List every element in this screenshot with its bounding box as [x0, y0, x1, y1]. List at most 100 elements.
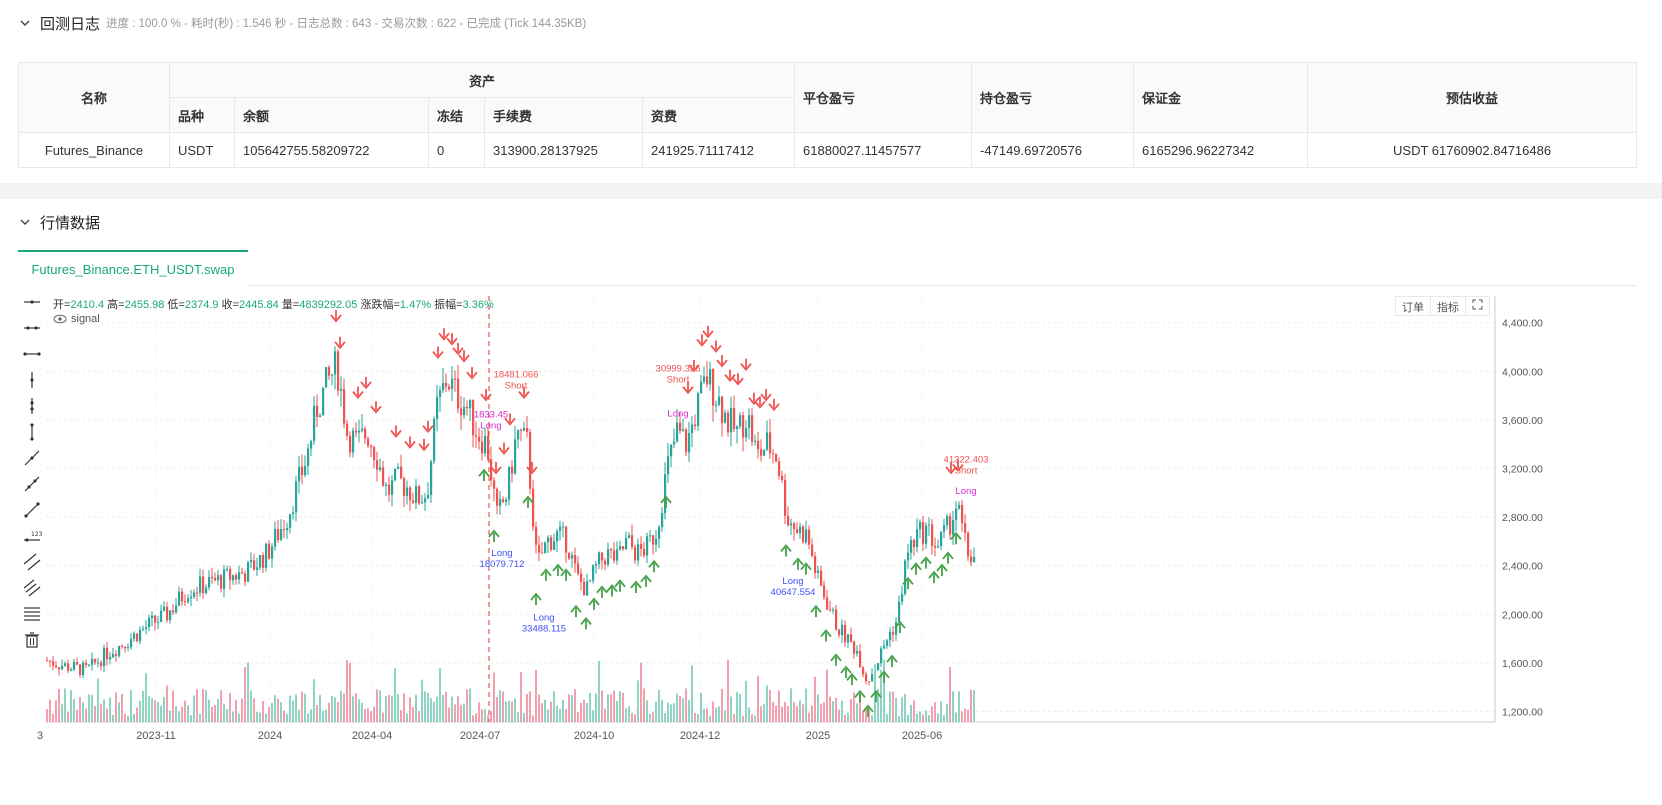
volume-bar	[472, 715, 474, 722]
candle-body	[322, 387, 325, 416]
candle-body	[55, 665, 58, 668]
volume-bar	[679, 695, 681, 722]
kline-chart[interactable]: 4,400.00 4,000.00 3,600.00 3,200.00 2,800.00…	[18, 296, 1662, 805]
volume-bar	[55, 700, 57, 722]
volume-bar	[433, 701, 435, 722]
candle-body	[439, 390, 442, 397]
chevron-down-icon[interactable]	[18, 16, 32, 30]
volume-bar	[622, 692, 624, 722]
volume-bar	[775, 705, 777, 722]
candle-body	[382, 467, 385, 486]
trash-icon[interactable]	[22, 630, 42, 650]
volume-bar	[781, 706, 783, 722]
volume-bar	[253, 698, 255, 722]
candle-body	[163, 606, 166, 611]
candle-body	[646, 536, 649, 556]
trend-line-icon[interactable]	[22, 448, 42, 468]
candle-body	[622, 546, 625, 550]
volume-bar	[427, 692, 429, 722]
horizontal-segment-icon[interactable]	[22, 344, 42, 364]
open-value: 2410.4	[70, 299, 105, 311]
price-line-icon[interactable]: 123	[22, 526, 42, 546]
cell-funding: 241925.71117412	[641, 132, 796, 168]
volume-bar	[508, 700, 510, 722]
candle-body	[286, 527, 289, 530]
fib-retracement-icon[interactable]	[22, 604, 42, 624]
fib-channel-icon[interactable]	[22, 578, 42, 598]
signal-indicator-row[interactable]: signal	[53, 313, 100, 325]
horizontal-line-icon[interactable]	[22, 318, 42, 338]
chart-canvas[interactable]: 4,400.00 4,000.00 3,600.00 3,200.00 2,800.00…	[18, 296, 1662, 805]
volume-bar	[100, 703, 102, 722]
volume-bar	[598, 660, 600, 722]
market-data-header[interactable]: 行情数据	[18, 211, 100, 233]
volume-bar	[970, 689, 972, 722]
volume-bar	[574, 689, 576, 722]
candle-body	[631, 535, 634, 547]
x-tick-label: 2024-10	[574, 730, 614, 742]
cell-variety: USDT	[169, 132, 235, 168]
candle-body	[577, 563, 580, 574]
volume-bar	[907, 714, 909, 722]
orders-button[interactable]: 订单	[1396, 297, 1431, 315]
vertical-line-icon[interactable]	[22, 396, 42, 416]
candle-body	[787, 515, 790, 526]
candle-body	[445, 382, 448, 387]
vertical-segment-icon[interactable]	[22, 422, 42, 442]
indicators-button[interactable]: 指标	[1431, 297, 1466, 315]
volume-bar	[334, 697, 336, 722]
candle-body	[187, 598, 190, 602]
candle-body	[637, 544, 640, 561]
backtest-log-panel: 回测日志 进度 : 100.0 % - 耗时(秒) : 1.546 秒 - 日志…	[0, 0, 1662, 183]
candle-body	[745, 428, 748, 438]
candle-body	[589, 580, 592, 582]
candle-body	[694, 424, 697, 427]
candle-body	[226, 569, 229, 571]
candle-body	[748, 415, 751, 429]
candle-body	[523, 427, 526, 431]
candle-body	[838, 629, 841, 636]
volume-bar	[565, 709, 567, 722]
volume-bar	[124, 713, 126, 722]
header-close-pnl: 平仓盈亏	[794, 62, 973, 133]
x-tick-label: 2024-12	[680, 730, 720, 742]
candle-body	[781, 475, 784, 481]
candle-body	[961, 504, 964, 524]
volume-bar	[754, 715, 756, 722]
candle-body	[718, 396, 721, 405]
volume-bar	[154, 700, 156, 722]
candle-body	[517, 429, 520, 440]
volume-bar	[718, 706, 720, 722]
backtest-progress-text: 进度 : 100.0 % - 耗时(秒) : 1.546 秒 - 日志总数 : …	[106, 18, 587, 30]
horizontal-ray-icon[interactable]	[22, 292, 42, 312]
tab-eth-usdt-swap[interactable]: Futures_Binance.ETH_USDT.swap	[18, 250, 248, 286]
volume-bar	[496, 697, 498, 722]
volume-bar	[535, 669, 537, 722]
volume-bar	[412, 707, 414, 722]
volume-bar	[292, 700, 294, 722]
volume-bar	[232, 711, 234, 722]
volume-bar	[400, 710, 402, 722]
ray-line-icon[interactable]	[22, 474, 42, 494]
candle-body	[889, 631, 892, 641]
backtest-log-header[interactable]: 回测日志 进度 : 100.0 % - 耗时(秒) : 1.546 秒 - 日志…	[18, 12, 586, 34]
candle-body	[583, 581, 586, 596]
candle-body	[937, 546, 940, 548]
candle-body	[808, 529, 811, 545]
candle-body	[697, 393, 700, 427]
vertical-ray-icon[interactable]	[22, 370, 42, 390]
volume-bar	[958, 691, 960, 722]
parallel-channel-icon[interactable]	[22, 552, 42, 572]
volume-bar	[322, 710, 324, 722]
volume-bar	[295, 694, 297, 722]
segment-line-icon[interactable]	[22, 500, 42, 520]
volume-bar	[238, 713, 240, 722]
candle-body	[952, 520, 955, 535]
volume-bar	[826, 669, 828, 722]
section-title: 回测日志	[40, 15, 101, 33]
volume-bar	[439, 668, 441, 722]
volume-bar	[655, 702, 657, 722]
chevron-down-icon[interactable]	[18, 215, 32, 229]
fullscreen-icon[interactable]	[1466, 297, 1489, 315]
eye-icon[interactable]	[53, 314, 67, 324]
